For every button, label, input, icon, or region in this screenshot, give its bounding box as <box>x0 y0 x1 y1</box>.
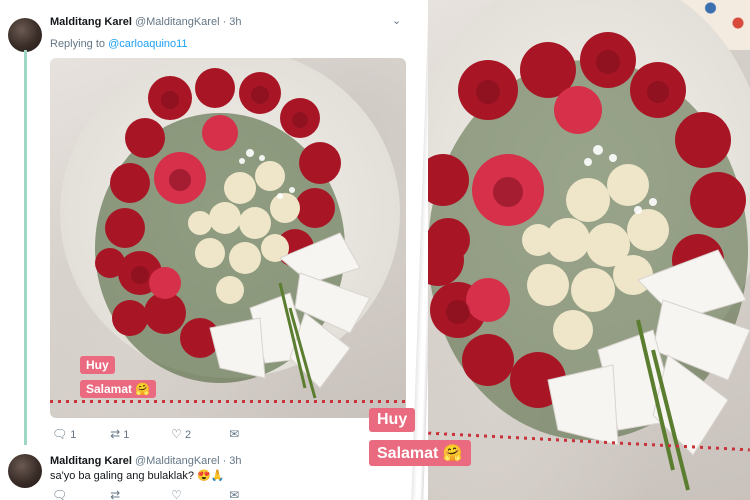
reply-icon: 🗨︎ <box>52 427 68 441</box>
reply-button[interactable]: 🗨︎ <box>52 488 107 500</box>
tweet-photo[interactable]: Huy Salamat 🤗 <box>50 58 406 418</box>
retweet-icon: ⇄ <box>110 427 121 441</box>
tweet-header: Malditang Karel @MalditangKarel · 3h <box>50 455 242 467</box>
reply-count: 1 <box>70 429 77 441</box>
dm-button[interactable]: ✉ <box>229 427 239 441</box>
zoomed-photo: Huy <box>428 0 750 500</box>
replying-to-handle[interactable]: @carloaquino11 <box>108 38 187 50</box>
thread-line <box>24 50 27 445</box>
envelope-icon: ✉ <box>229 427 240 441</box>
sticker-salamat-zoom: Salamat 🤗 <box>369 440 471 466</box>
user-handle[interactable]: @MalditangKarel <box>135 455 220 467</box>
like-button[interactable]: ♡ <box>171 488 226 500</box>
like-count: 2 <box>184 429 192 441</box>
sticker-huy: Huy <box>80 356 115 374</box>
heart-icon: ♡ <box>171 427 182 441</box>
replying-to: Replying to @carloaquino11 <box>50 38 188 50</box>
display-name[interactable]: Malditang Karel <box>50 455 132 467</box>
avatar[interactable] <box>8 454 42 488</box>
tweet-panel: Malditang Karel @MalditangKarel · 3h ⌄ R… <box>0 0 420 500</box>
timestamp[interactable]: · 3h <box>223 455 242 467</box>
tweet-actions: 🗨︎ 1 ⇄ 1 ♡ 2 ✉ <box>52 427 239 441</box>
retweet-count: 1 <box>123 429 130 441</box>
tweet-text: sa'yo ba galing ang bulaklak? 😍🙏 <box>50 470 225 482</box>
fabric-pattern <box>50 400 406 403</box>
retweet-button[interactable]: ⇄ 1 <box>110 427 168 441</box>
tweet-actions: 🗨︎ ⇄ ♡ ✉ <box>52 488 239 500</box>
like-button[interactable]: ♡ 2 <box>171 427 226 441</box>
envelope-icon: ✉ <box>229 488 240 500</box>
sticker-salamat: Salamat 🤗 <box>80 380 157 398</box>
retweet-icon: ⇄ <box>110 488 121 500</box>
bouquet-image <box>428 32 750 491</box>
chevron-down-icon[interactable]: ⌄ <box>392 14 401 27</box>
dm-button[interactable]: ✉ <box>229 488 239 500</box>
tweet-header: Malditang Karel @MalditangKarel · 3h <box>50 16 242 28</box>
reply-button[interactable]: 🗨︎ 1 <box>52 427 107 441</box>
sticker-huy-zoom: Huy <box>369 408 416 432</box>
heart-icon: ♡ <box>171 488 182 500</box>
user-handle[interactable]: @MalditangKarel <box>135 16 220 28</box>
avatar[interactable] <box>8 18 42 52</box>
retweet-button[interactable]: ⇄ <box>110 488 168 500</box>
reply-icon: 🗨︎ <box>52 488 68 500</box>
timestamp[interactable]: · 3h <box>223 16 242 28</box>
replying-to-label: Replying to <box>50 38 109 50</box>
display-name[interactable]: Malditang Karel <box>50 16 132 28</box>
